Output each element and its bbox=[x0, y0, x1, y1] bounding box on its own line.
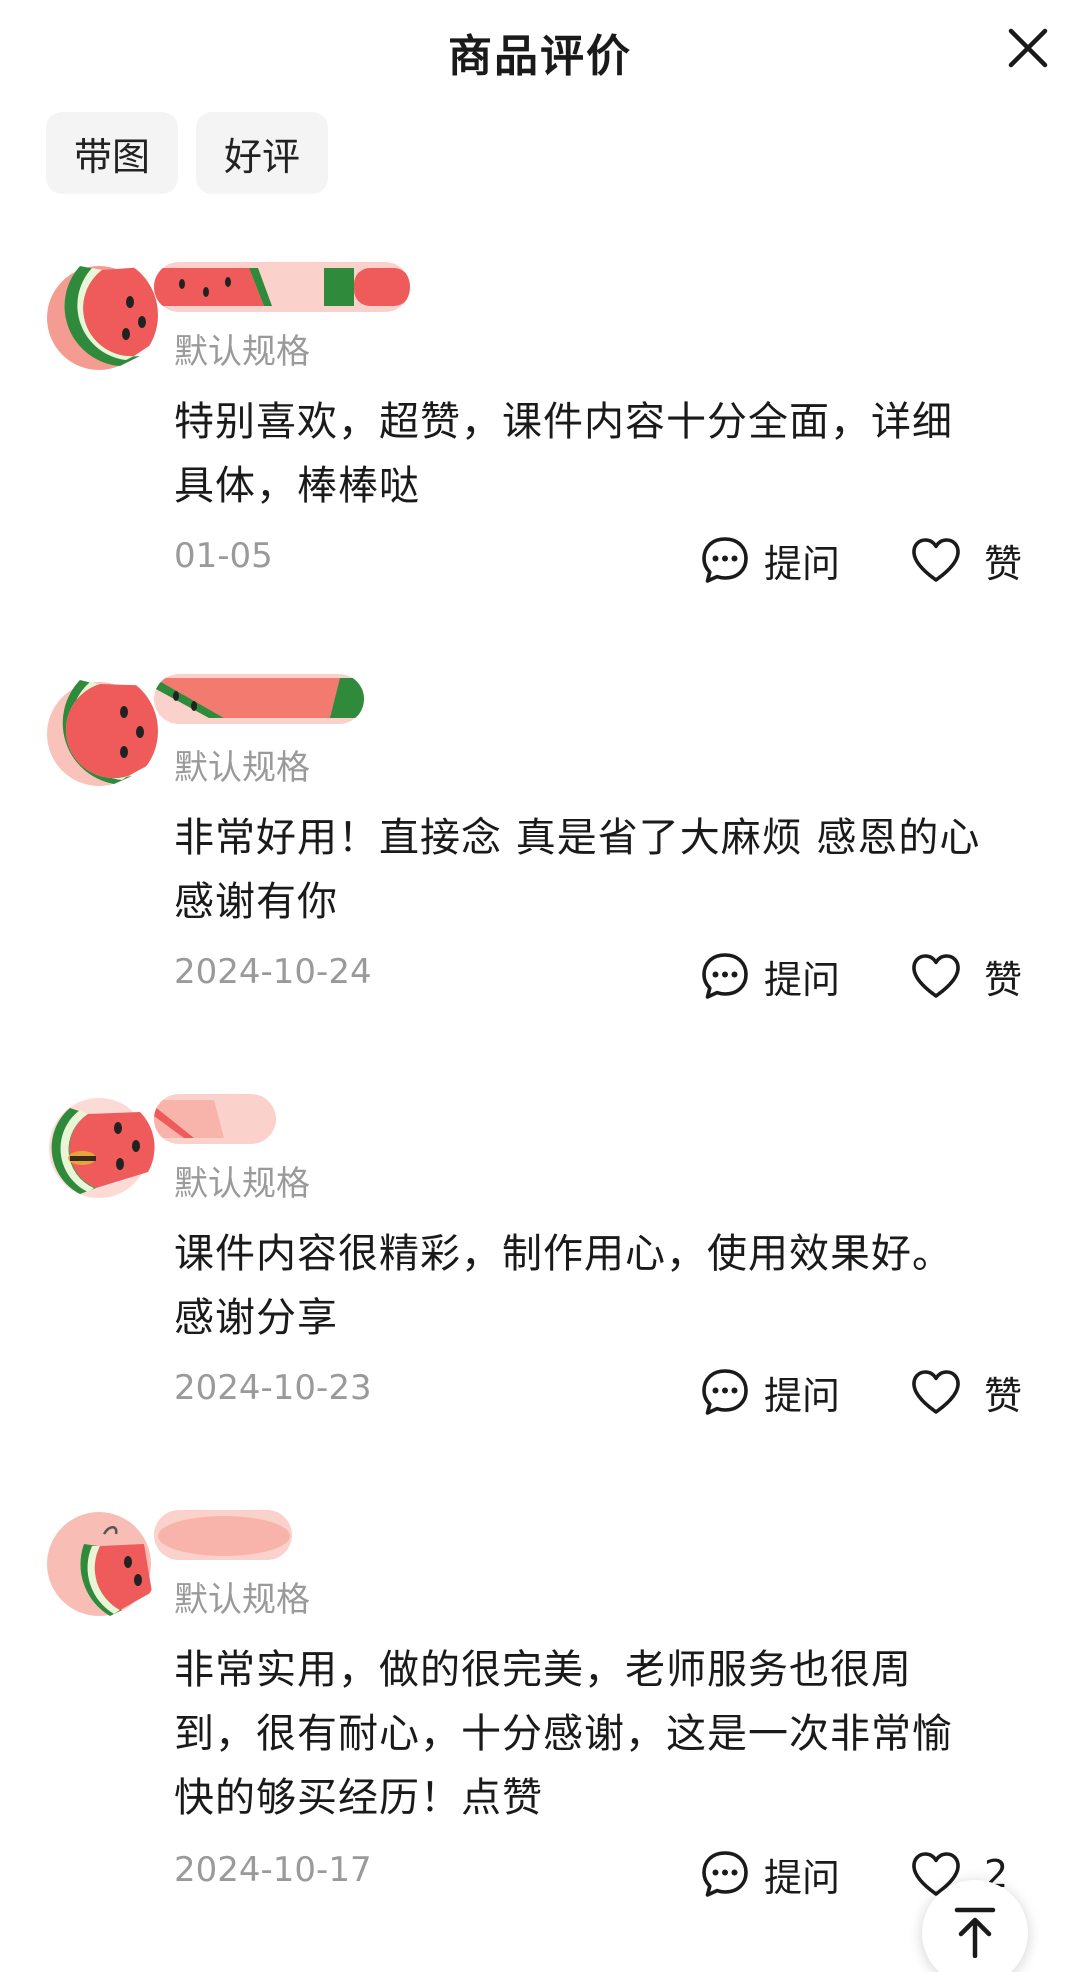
chat-bubble-dots-icon bbox=[702, 537, 748, 583]
watermelon-avatar-image bbox=[40, 1088, 158, 1206]
like-label: 赞 bbox=[984, 957, 1023, 1002]
review-text-line: 到，很有耐心，十分感谢，这是一次非常愉 bbox=[174, 1711, 953, 1757]
ask-question-button[interactable]: 提问 bbox=[700, 530, 840, 590]
ask-question-button[interactable]: 提问 bbox=[700, 1844, 840, 1904]
watermelon-name-image bbox=[154, 674, 364, 724]
product-spec: 默认规格 bbox=[174, 332, 310, 372]
like-button[interactable]: 赞 bbox=[910, 530, 1022, 590]
review-date: 2024-10-23 bbox=[174, 1368, 372, 1408]
review-text: 特别喜欢，超赞，课件内容十分全面，详细 具体，棒棒哒 bbox=[174, 390, 1040, 518]
like-button[interactable]: 赞 bbox=[910, 946, 1022, 1006]
filter-chip-with-images[interactable]: 带图 bbox=[46, 112, 179, 194]
watermelon-avatar-image bbox=[40, 672, 158, 790]
review-text-line: 感谢有你 bbox=[174, 879, 338, 925]
product-spec: 默认规格 bbox=[174, 1164, 310, 1204]
review-text-line: 课件内容很精彩，制作用心，使用效果好。 bbox=[174, 1231, 953, 1277]
ask-question-label: 提问 bbox=[764, 1373, 841, 1418]
filter-chip-positive[interactable]: 好评 bbox=[196, 112, 329, 194]
back-to-top-button[interactable] bbox=[922, 1880, 1028, 1972]
arrow-up-to-top-icon bbox=[954, 1907, 996, 1958]
review-date: 01-05 bbox=[174, 536, 273, 576]
ask-question-label: 提问 bbox=[764, 957, 841, 1002]
chat-bubble-dots-icon bbox=[702, 1851, 748, 1897]
review-page: 商品评价 带图 好评 默认规格 特别喜欢，超赞，课件内容十分全面，详细 具体，棒… bbox=[0, 0, 1080, 1972]
filter-bar: 带图 好评 bbox=[46, 112, 329, 194]
username-blurred bbox=[154, 262, 410, 312]
watermelon-avatar-image bbox=[40, 1504, 158, 1622]
username-blurred bbox=[154, 1510, 292, 1560]
close-button[interactable] bbox=[998, 18, 1058, 78]
review-text-line: 非常实用，做的很完美，老师服务也很周 bbox=[174, 1647, 912, 1693]
watermelon-name-image bbox=[154, 1510, 292, 1560]
review-text: 非常好用！直接念 真是省了大麻烦 感恩的心 感谢有你 bbox=[174, 806, 1040, 934]
review-text-line: 特别喜欢，超赞，课件内容十分全面，详细 bbox=[174, 399, 953, 445]
product-spec: 默认规格 bbox=[174, 748, 310, 788]
avatar[interactable] bbox=[40, 256, 158, 374]
like-button[interactable]: 赞 bbox=[910, 1362, 1022, 1422]
avatar[interactable] bbox=[40, 1088, 158, 1206]
review-text-line: 非常好用！直接念 真是省了大麻烦 感恩的心 bbox=[174, 815, 981, 861]
review-text-line: 快的够买经历！点赞 bbox=[174, 1775, 543, 1821]
watermelon-avatar-image bbox=[40, 256, 158, 374]
avatar[interactable] bbox=[40, 1504, 158, 1622]
review-text-line: 具体，棒棒哒 bbox=[174, 463, 420, 509]
header: 商品评价 bbox=[0, 0, 1080, 100]
ask-question-label: 提问 bbox=[764, 541, 841, 586]
chat-bubble-dots-icon bbox=[702, 953, 748, 999]
review-text: 非常实用，做的很完美，老师服务也很周 到，很有耐心，十分感谢，这是一次非常愉 快… bbox=[174, 1638, 1040, 1830]
username-blurred bbox=[154, 1094, 276, 1144]
review-text: 课件内容很精彩，制作用心，使用效果好。 感谢分享 bbox=[174, 1222, 1040, 1350]
watermelon-name-image bbox=[154, 1094, 276, 1144]
review-date: 2024-10-24 bbox=[174, 952, 372, 992]
ask-question-button[interactable]: 提问 bbox=[700, 1362, 840, 1422]
review-text-line: 感谢分享 bbox=[174, 1295, 338, 1341]
heart-outline-icon bbox=[912, 954, 960, 998]
heart-outline-icon bbox=[912, 538, 960, 582]
close-icon bbox=[1008, 28, 1048, 68]
heart-outline-icon bbox=[912, 1370, 960, 1414]
product-spec: 默认规格 bbox=[174, 1580, 310, 1620]
avatar[interactable] bbox=[40, 672, 158, 790]
chat-bubble-dots-icon bbox=[702, 1369, 748, 1415]
page-title: 商品评价 bbox=[448, 31, 632, 82]
username-blurred bbox=[154, 674, 364, 724]
like-label: 赞 bbox=[984, 1373, 1023, 1418]
like-label: 赞 bbox=[984, 541, 1023, 586]
ask-question-label: 提问 bbox=[764, 1855, 841, 1900]
review-date: 2024-10-17 bbox=[174, 1850, 372, 1890]
ask-question-button[interactable]: 提问 bbox=[700, 946, 840, 1006]
watermelon-name-image bbox=[154, 262, 410, 312]
